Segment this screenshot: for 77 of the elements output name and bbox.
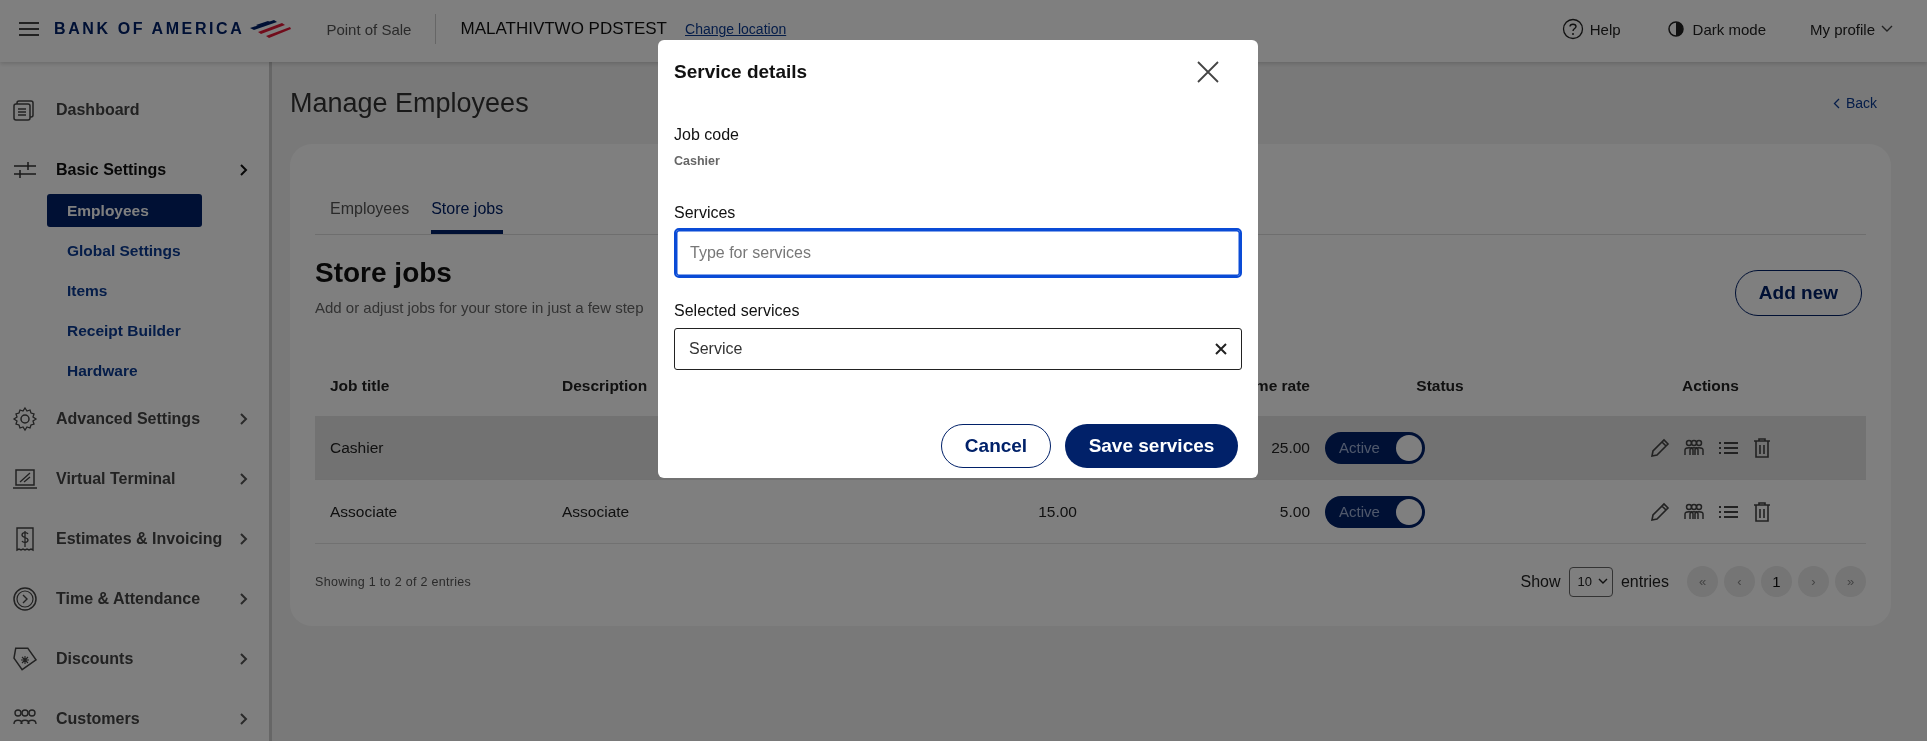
- flag-icon: [248, 18, 293, 40]
- table-cell: Cashier: [330, 438, 384, 456]
- dialog-title: Service details: [674, 61, 808, 83]
- caret-icon: [1597, 578, 1608, 585]
- table-cell: 5.00: [1279, 502, 1310, 520]
- page-button[interactable]: 1: [1761, 566, 1792, 597]
- page-button[interactable]: ›: [1798, 566, 1829, 597]
- logo-text: BANK OF AMERICA: [54, 20, 245, 38]
- chevron-icon: [239, 532, 249, 546]
- nav-item[interactable]: Discounts: [56, 650, 239, 668]
- entries-info: Showing 1 to 2 of 2 entries: [315, 574, 472, 589]
- nav-subitem[interactable]: Global Settings: [47, 234, 202, 267]
- services-input[interactable]: Type for services: [674, 228, 1242, 278]
- show-label: Show: [1520, 572, 1561, 591]
- entries-label: entries: [1620, 572, 1669, 591]
- table-cell: Associate: [562, 502, 630, 520]
- nav-item[interactable]: Virtual Terminal: [56, 470, 239, 488]
- nav-item[interactable]: Estimates & Invoicing: [56, 530, 239, 548]
- nav-item[interactable]: Customers: [56, 710, 239, 728]
- page-button[interactable]: ‹: [1724, 566, 1755, 597]
- nav-item[interactable]: Basic Settings: [56, 161, 239, 179]
- status-toggle[interactable]: Active: [1325, 495, 1425, 528]
- change-location-link[interactable]: Change location: [685, 21, 787, 37]
- table-row[interactable]: Associate Associate 15.00 5.00 Active: [315, 480, 1866, 544]
- store-name: MALATHIVTWO PDSTEST: [460, 19, 667, 39]
- close-icon[interactable]: [1196, 60, 1220, 84]
- caret-icon: [1881, 25, 1893, 33]
- save-services-button[interactable]: Save services: [1065, 424, 1238, 468]
- nav-item[interactable]: Dashboard: [56, 101, 249, 119]
- chevron-icon: [239, 163, 249, 177]
- table-cell: 15.00: [1038, 502, 1077, 520]
- menu-icon[interactable]: [18, 20, 40, 38]
- table-cell: 25.00: [1271, 438, 1310, 456]
- column-header: Job title: [330, 377, 390, 394]
- back-icon[interactable]: [1832, 97, 1840, 109]
- column-header: Description: [562, 377, 648, 394]
- column-header: Status: [1416, 377, 1464, 394]
- nav-icon: [12, 406, 38, 432]
- page-button[interactable]: »: [1835, 566, 1866, 597]
- chevron-icon: [239, 412, 249, 426]
- section-title: Store jobs: [315, 257, 453, 289]
- help-link[interactable]: Help: [1589, 20, 1621, 38]
- field-label: Job code: [674, 126, 740, 144]
- field-label: Services: [674, 204, 737, 222]
- column-header: Actions: [1682, 377, 1739, 394]
- dark-mode-toggle[interactable]: Dark mode: [1692, 20, 1766, 38]
- section-subtitle: Add or adjust jobs for your store in just a few step: [315, 299, 644, 316]
- nav-subitem[interactable]: Receipt Builder: [47, 314, 202, 347]
- chevron-icon: [239, 472, 249, 486]
- back-link[interactable]: Back: [1845, 95, 1877, 111]
- tab[interactable]: Employees: [330, 200, 410, 234]
- nav-icon: [12, 466, 38, 492]
- remove-icon[interactable]: [1215, 343, 1227, 355]
- chevron-icon: [239, 712, 249, 726]
- add-new-button[interactable]: Add new: [1734, 270, 1862, 316]
- nav-subitem[interactable]: Hardware: [47, 354, 202, 387]
- profile-menu[interactable]: My profile: [1809, 20, 1875, 38]
- cancel-button[interactable]: Cancel: [941, 424, 1051, 468]
- status-toggle[interactable]: Active: [1325, 431, 1425, 464]
- help-icon[interactable]: [1561, 18, 1584, 40]
- chevron-icon: [239, 592, 249, 606]
- field-label: Selected services: [674, 302, 801, 320]
- chevron-icon: [239, 652, 249, 666]
- table-cell: Associate: [330, 502, 398, 520]
- app-name: Point of Sale: [326, 20, 412, 38]
- page-size-select[interactable]: 10: [1568, 566, 1613, 597]
- page-title: Manage Employees: [290, 87, 529, 119]
- nav-subitem[interactable]: Employees: [47, 194, 202, 227]
- page-button[interactable]: «: [1687, 566, 1718, 597]
- nav-icon: [12, 646, 38, 672]
- nav-icon: [12, 586, 38, 612]
- nav-subitem[interactable]: Items: [47, 274, 202, 307]
- nav-item[interactable]: Advanced Settings: [56, 410, 239, 428]
- job-code-value: Cashier: [674, 154, 721, 168]
- service-label: Service: [689, 340, 743, 358]
- nav-item[interactable]: Time & Attendance: [56, 590, 239, 608]
- tab[interactable]: Store jobs: [431, 200, 504, 234]
